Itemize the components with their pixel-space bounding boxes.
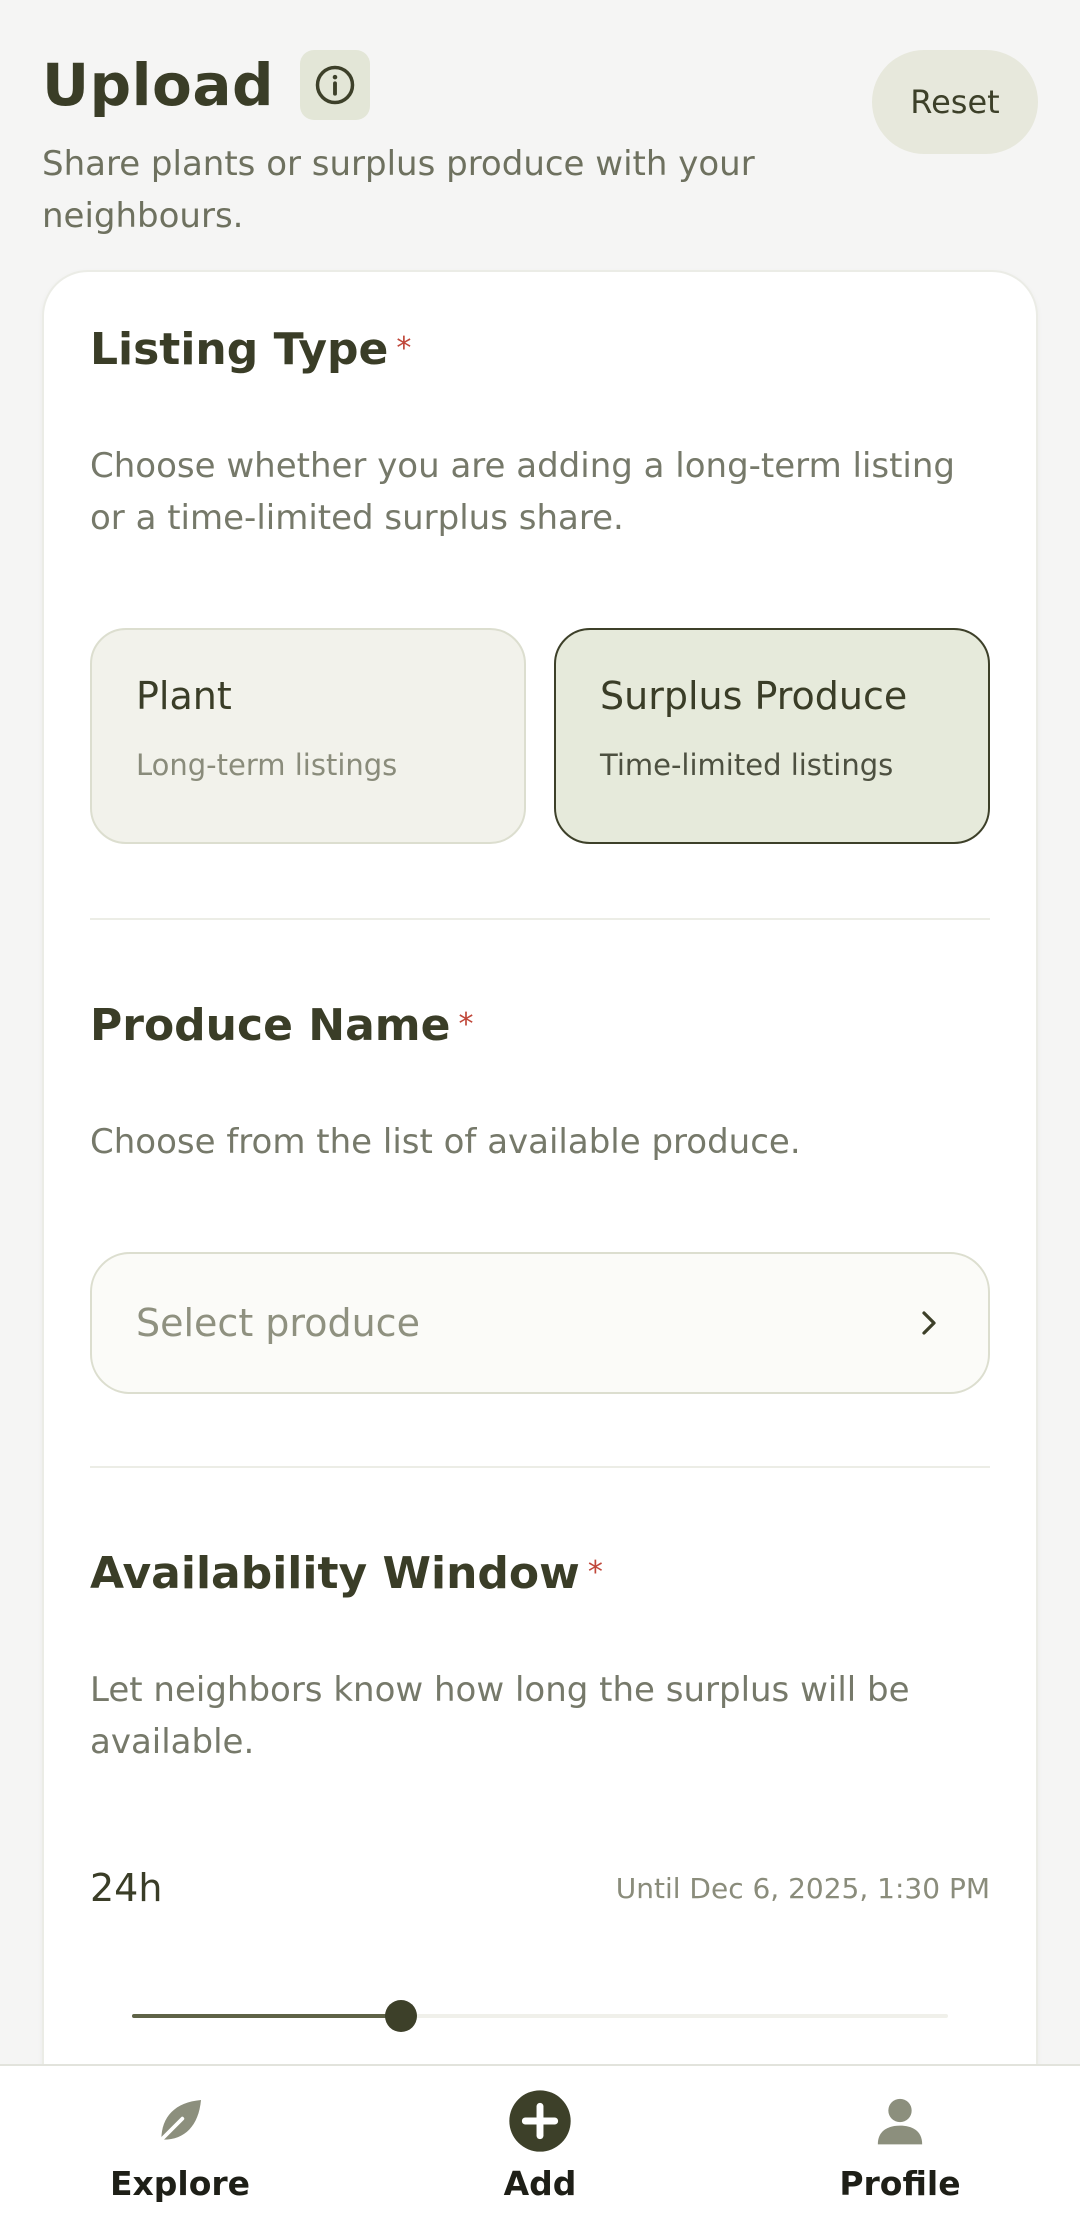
produce-name-section: Produce Name * xyxy=(90,1000,990,1051)
option-surplus-subtitle: Time-limited listings xyxy=(600,748,894,782)
slider-thumb[interactable] xyxy=(385,2000,418,2032)
page-title: Upload xyxy=(42,51,274,119)
info-icon xyxy=(315,65,355,105)
leaf-icon xyxy=(80,2086,280,2156)
option-surplus-produce[interactable]: Surplus Produce Time-limited listings xyxy=(554,628,990,844)
required-mark: * xyxy=(587,1554,603,1590)
reset-button[interactable]: Reset xyxy=(872,50,1038,154)
upload-screen: Upload Share plants or surplus produce w… xyxy=(0,0,1080,2233)
person-icon xyxy=(800,2086,1000,2156)
nav-add[interactable]: Add xyxy=(440,2086,640,2203)
option-plant-subtitle: Long-term listings xyxy=(136,748,398,782)
nav-explore[interactable]: Explore xyxy=(80,2086,280,2203)
availability-section: Availability Window * xyxy=(90,1548,990,1599)
option-plant-title: Plant xyxy=(136,674,232,718)
listing-type-description: Choose whether you are adding a long-ter… xyxy=(90,446,956,538)
info-button[interactable] xyxy=(300,50,370,120)
slider-fill xyxy=(132,2014,402,2018)
availability-description: Let neighbors know how long the surplus … xyxy=(90,1670,910,1762)
nav-profile[interactable]: Profile xyxy=(800,2086,1000,2203)
listing-type-options: Plant Long-term listings Surplus Produce… xyxy=(90,628,990,844)
chevron-right-icon xyxy=(922,1311,936,1335)
produce-select-placeholder: Select produce xyxy=(136,1301,420,1345)
divider xyxy=(90,918,990,920)
produce-name-description: Choose from the list of available produc… xyxy=(90,1122,801,1162)
availability-until: Until Dec 6, 2025, 1:30 PM xyxy=(615,1871,990,1905)
bottom-nav: Explore Add Profile xyxy=(0,2064,1080,2233)
option-plant[interactable]: Plant Long-term listings xyxy=(90,628,526,844)
header: Upload Share plants or surplus produce w… xyxy=(42,50,1038,240)
option-surplus-title: Surplus Produce xyxy=(600,674,908,718)
plus-circle-icon xyxy=(440,2086,640,2156)
required-mark: * xyxy=(396,330,412,366)
listing-type-section: Listing Type * xyxy=(90,324,990,375)
page-subtitle: Share plants or surplus produce with you… xyxy=(42,144,755,236)
availability-value: 24h xyxy=(90,1866,163,1910)
required-mark: * xyxy=(458,1006,474,1042)
listing-type-title: Listing Type xyxy=(90,324,389,375)
nav-add-label: Add xyxy=(503,2164,577,2203)
nav-profile-label: Profile xyxy=(839,2164,961,2203)
availability-row: 24h Until Dec 6, 2025, 1:30 PM xyxy=(90,1866,990,1910)
produce-select[interactable]: Select produce xyxy=(90,1252,990,1394)
upload-form-card: Listing Type * Choose whether you are add… xyxy=(42,270,1038,2170)
nav-explore-label: Explore xyxy=(109,2164,251,2203)
listing-type-heading: Listing Type * xyxy=(90,324,990,375)
availability-title: Availability Window xyxy=(90,1548,580,1599)
divider xyxy=(90,1466,990,1468)
availability-slider[interactable] xyxy=(132,1996,948,2036)
produce-name-title: Produce Name xyxy=(90,1000,451,1051)
